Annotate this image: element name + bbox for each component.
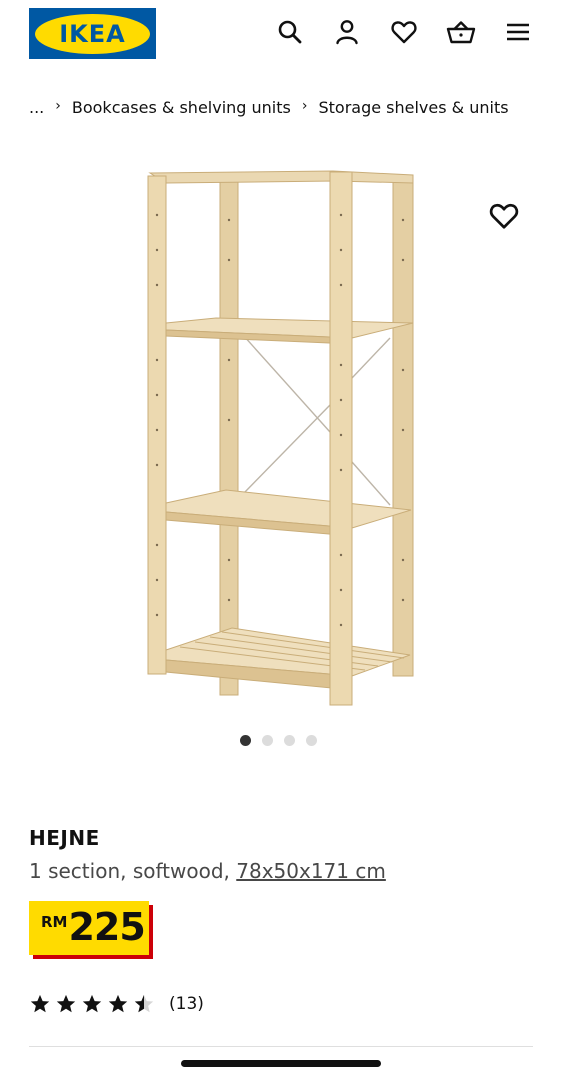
carousel-dot-4[interactable] (306, 735, 317, 746)
menu-icon[interactable] (502, 16, 534, 48)
chevron-right-icon: › (55, 97, 61, 114)
carousel-dot-1[interactable] (240, 735, 251, 746)
product-name: HEJNE (29, 826, 100, 850)
price-tag: RM 225 (29, 901, 149, 955)
home-indicator[interactable] (181, 1060, 381, 1067)
header: IKEA (0, 0, 562, 66)
carousel-dot-3[interactable] (284, 735, 295, 746)
price-currency: RM (41, 913, 68, 931)
shelving-unit-illustration (147, 170, 414, 706)
price-amount: 225 (68, 905, 145, 949)
profile-icon[interactable] (331, 16, 363, 48)
search-icon[interactable] (274, 16, 306, 48)
ikea-logo-wordmark: IKEA (35, 13, 150, 54)
breadcrumb-storage-shelves[interactable]: Storage shelves & units (318, 98, 508, 117)
star-full-icon (82, 994, 102, 1013)
review-count: (13) (169, 994, 204, 1014)
cart-icon[interactable] (445, 16, 477, 48)
wishlist-icon[interactable] (388, 16, 420, 48)
divider (29, 1046, 533, 1047)
breadcrumb-bookcases[interactable]: Bookcases & shelving units (72, 98, 291, 117)
product-image[interactable] (0, 150, 562, 720)
product-dimensions-link[interactable]: 78x50x171 cm (236, 859, 386, 883)
breadcrumb: ... › Bookcases & shelving units › Stora… (29, 97, 509, 118)
star-half-icon (134, 994, 154, 1013)
star-full-icon (56, 994, 76, 1013)
chevron-right-icon: › (301, 97, 308, 114)
product-type: 1 section, softwood, (29, 859, 237, 883)
rating[interactable]: (13) (29, 993, 204, 1015)
add-to-wishlist-icon[interactable] (486, 198, 522, 234)
ikea-logo[interactable]: IKEA (29, 8, 156, 59)
breadcrumb-ellipsis[interactable]: ... (29, 98, 44, 117)
product-description: 1 section, softwood, 78x50x171 cm (29, 859, 386, 883)
star-full-icon (108, 994, 128, 1013)
star-full-icon (30, 994, 50, 1013)
carousel-dot-2[interactable] (262, 735, 273, 746)
carousel-dots (240, 735, 317, 746)
